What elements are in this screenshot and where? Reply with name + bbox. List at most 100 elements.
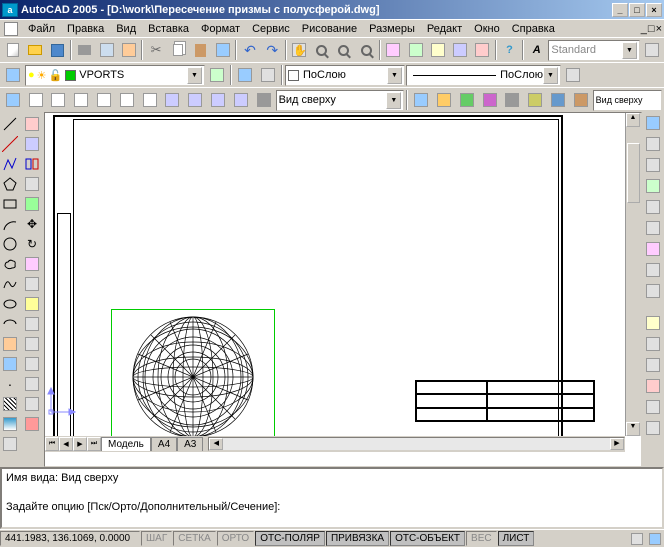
chamfer-tool[interactable] [22,374,42,394]
explode-tool[interactable] [22,414,42,434]
copy-button[interactable] [168,39,189,61]
hatch-tool[interactable] [0,394,20,414]
toolpalettes-button[interactable] [427,39,448,61]
color-dropdown[interactable]: ПоСлою ▼ [285,65,405,86]
tab-next-button[interactable]: ▶ [73,437,87,451]
close-button[interactable]: × [646,3,662,17]
cut-button[interactable]: ✂ [145,39,166,61]
tab-a3[interactable]: A3 [177,437,203,451]
menu-modify[interactable]: Редакт [421,21,468,37]
lineweight-button[interactable] [562,64,584,86]
dim-linear-button[interactable] [643,113,663,133]
shade-hidden-button[interactable] [479,89,501,111]
drawing-canvas[interactable] [45,113,625,436]
dim-radius-button[interactable] [643,176,663,196]
view-nw-iso-button[interactable] [230,89,252,111]
sheetset-button[interactable] [449,39,470,61]
dim-baseline-button[interactable] [643,260,663,280]
move-tool[interactable]: ✥ [22,214,42,234]
dim-aligned-button[interactable] [643,134,663,154]
doc-minimize-button[interactable]: _ [641,23,647,35]
doc-close-button[interactable]: × [656,23,662,35]
tab-first-button[interactable]: ⏮ [45,437,59,451]
dim-diameter-button[interactable] [643,197,663,217]
linetype-dropdown[interactable]: ПоСлою ▼ [406,65,561,86]
region-tool[interactable] [0,434,20,454]
horizontal-scrollbar[interactable]: ◀ ▶ [208,437,625,451]
zoom-rt-button[interactable] [311,39,332,61]
view-back-button[interactable] [139,89,161,111]
dim-tolerance-button[interactable] [643,334,663,354]
circle-tool[interactable] [0,234,20,254]
fillet-tool[interactable] [22,394,42,414]
menu-tools[interactable]: Сервис [246,21,296,37]
menu-help[interactable]: Справка [506,21,561,37]
status-osnap[interactable]: ПРИВЯЗКА [326,531,389,546]
command-window[interactable]: Имя вида: Вид сверху Задайте опцию [Пск/… [0,467,664,529]
menu-window[interactable]: Окно [468,21,506,37]
array-tool[interactable] [22,194,42,214]
view-top-button[interactable] [25,89,47,111]
dim-edit-button[interactable] [643,376,663,396]
document-icon[interactable] [4,22,18,36]
undo-button[interactable]: ↶ [239,39,260,61]
gradient-tool[interactable] [0,414,20,434]
designcenter-button[interactable] [405,39,426,61]
make-block-tool[interactable] [0,354,20,374]
break-at-point-tool[interactable] [22,334,42,354]
tab-model[interactable]: Модель [101,437,151,451]
status-paper[interactable]: ЛИСТ [498,531,535,546]
tab-last-button[interactable]: ⏭ [87,437,101,451]
zoom-window-button[interactable] [333,39,354,61]
dim-continue-button[interactable] [643,281,663,301]
shade-2d-button[interactable] [433,89,455,111]
status-polar[interactable]: ОТС-ПОЛЯР [255,531,325,546]
stretch-tool[interactable] [22,274,42,294]
polygon-tool[interactable] [0,174,20,194]
scroll-up-button[interactable]: ▲ [626,113,640,127]
vertical-scrollbar[interactable]: ▲ ▼ [625,113,641,436]
status-snap[interactable]: ШАГ [141,531,172,546]
shade-flat-button[interactable] [501,89,523,111]
dim-angular-button[interactable] [643,218,663,238]
redo-button[interactable]: ↷ [262,39,283,61]
layer-dropdown[interactable]: ● ☀ 🔓 VPORTS ▼ [25,65,205,86]
camera-button[interactable] [253,89,275,111]
polyline-tool[interactable] [0,154,20,174]
revcloud-tool[interactable] [0,254,20,274]
doc-restore-button[interactable]: □ [648,23,655,35]
extend-tool[interactable] [22,314,42,334]
view-dropdown[interactable]: Вид сверху ▼ [276,90,405,111]
view-ne-iso-button[interactable] [207,89,229,111]
dim-quick-button[interactable] [643,239,663,259]
scroll-thumb[interactable] [627,143,640,203]
spline-tool[interactable] [0,274,20,294]
view-front-button[interactable] [116,89,138,111]
trim-tool[interactable] [22,294,42,314]
text-style-button[interactable]: A [526,39,547,61]
view-right-button[interactable] [93,89,115,111]
markup-button[interactable] [472,39,493,61]
status-tray-icon[interactable] [628,531,646,547]
zoom-prev-button[interactable] [356,39,377,61]
erase-tool[interactable] [22,114,42,134]
shade-flat-edges-button[interactable] [547,89,569,111]
named-views-button[interactable] [2,89,24,111]
view-dropdown-2[interactable]: Вид сверху [593,90,662,111]
ellipse-arc-tool[interactable] [0,314,20,334]
shade-3d-button[interactable] [456,89,478,111]
tab-prev-button[interactable]: ◀ [59,437,73,451]
view-se-iso-button[interactable] [184,89,206,111]
menu-draw[interactable]: Рисование [296,21,363,37]
pan-button[interactable]: ✋ [289,39,310,61]
properties-button[interactable] [383,39,404,61]
shade-gouraud-edges-button[interactable] [570,89,592,111]
xline-tool[interactable] [0,134,20,154]
maximize-button[interactable]: □ [629,3,645,17]
publish-button[interactable] [118,39,139,61]
ellipse-tool[interactable] [0,294,20,314]
arc-tool[interactable] [0,214,20,234]
scale-tool[interactable] [22,254,42,274]
view-left-button[interactable] [70,89,92,111]
offset-tool[interactable] [22,174,42,194]
